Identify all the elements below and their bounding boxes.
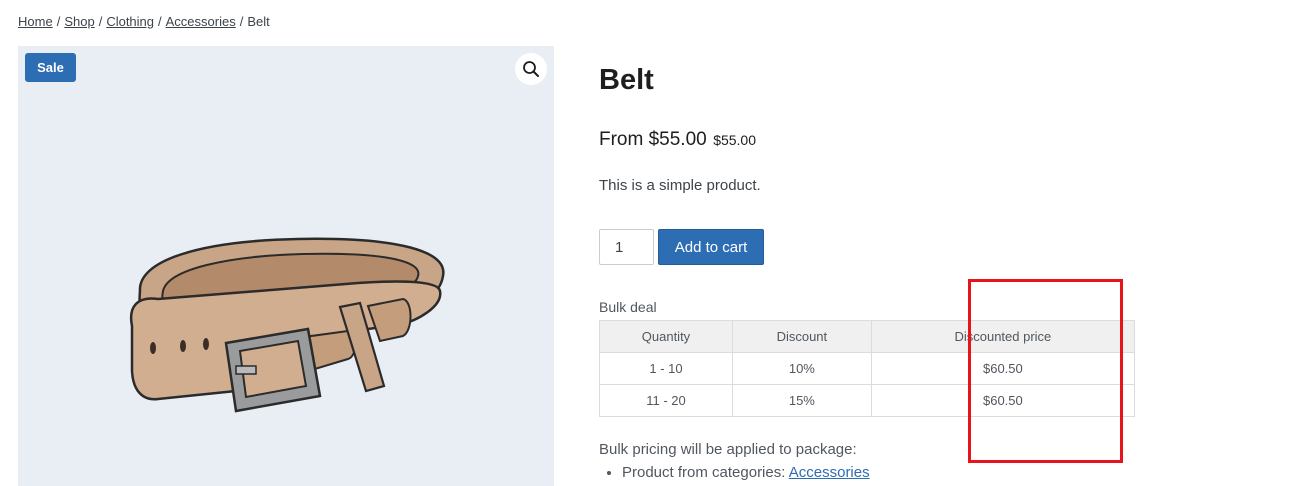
- bulk-pricing-table: Quantity Discount Discounted price 1 - 1…: [599, 320, 1136, 417]
- product-price: From $55.00 $55.00: [599, 129, 756, 151]
- magnifier-icon: [523, 61, 539, 77]
- breadcrumb-shop-link[interactable]: Shop: [64, 14, 94, 29]
- breadcrumb-home-link[interactable]: Home: [18, 14, 53, 29]
- price-from: From $55.00: [599, 129, 707, 150]
- cell-discount: 10%: [731, 352, 872, 385]
- column-header-discount: Discount: [731, 320, 872, 353]
- cell-discounted-price: $60.50: [870, 352, 1136, 385]
- bulk-deal-label: Bulk deal: [599, 299, 657, 315]
- accessories-category-link[interactable]: Accessories: [789, 464, 870, 481]
- bulk-rules-list: Product from categories: Accessories: [599, 464, 870, 481]
- belt-product-image[interactable]: [118, 221, 458, 416]
- sale-badge: Sale: [25, 53, 76, 82]
- add-to-cart-button[interactable]: Add to cart: [658, 229, 764, 265]
- zoom-button[interactable]: [515, 53, 547, 85]
- breadcrumb-separator: /: [98, 14, 103, 29]
- rule-prefix: Product from categories:: [622, 464, 786, 481]
- product-page: Home / Shop / Clothing / Accessories / Belt Sale: [0, 0, 1300, 486]
- breadcrumb: Home / Shop / Clothing / Accessories / Belt: [18, 14, 270, 29]
- quantity-input[interactable]: [599, 229, 654, 265]
- table-row: 11 - 20 15% $60.50: [599, 384, 1136, 417]
- cell-discount: 15%: [731, 384, 872, 417]
- cell-quantity: 1 - 10: [599, 352, 733, 385]
- table-row: 1 - 10 10% $60.50: [599, 352, 1136, 385]
- cell-quantity: 11 - 20: [599, 384, 733, 417]
- table-header-row: Quantity Discount Discounted price: [599, 320, 1136, 353]
- breadcrumb-separator: /: [158, 14, 162, 29]
- breadcrumb-current: Belt: [247, 14, 270, 29]
- price-regular: $55.00: [713, 132, 757, 148]
- short-description: This is a simple product.: [599, 177, 761, 194]
- list-item: Product from categories: Accessories: [622, 464, 870, 481]
- product-title: Belt: [599, 64, 654, 96]
- column-header-discounted-price: Discounted price: [870, 320, 1136, 353]
- column-header-quantity: Quantity: [599, 320, 733, 353]
- breadcrumb-accessories-link[interactable]: Accessories: [166, 14, 236, 29]
- breadcrumb-separator: /: [239, 14, 244, 29]
- bulk-applied-note: Bulk pricing will be applied to package:: [599, 441, 857, 458]
- breadcrumb-separator: /: [56, 14, 61, 29]
- product-gallery[interactable]: Sale: [18, 46, 554, 486]
- cell-discounted-price: $60.50: [870, 384, 1136, 417]
- breadcrumb-clothing-link[interactable]: Clothing: [106, 14, 154, 29]
